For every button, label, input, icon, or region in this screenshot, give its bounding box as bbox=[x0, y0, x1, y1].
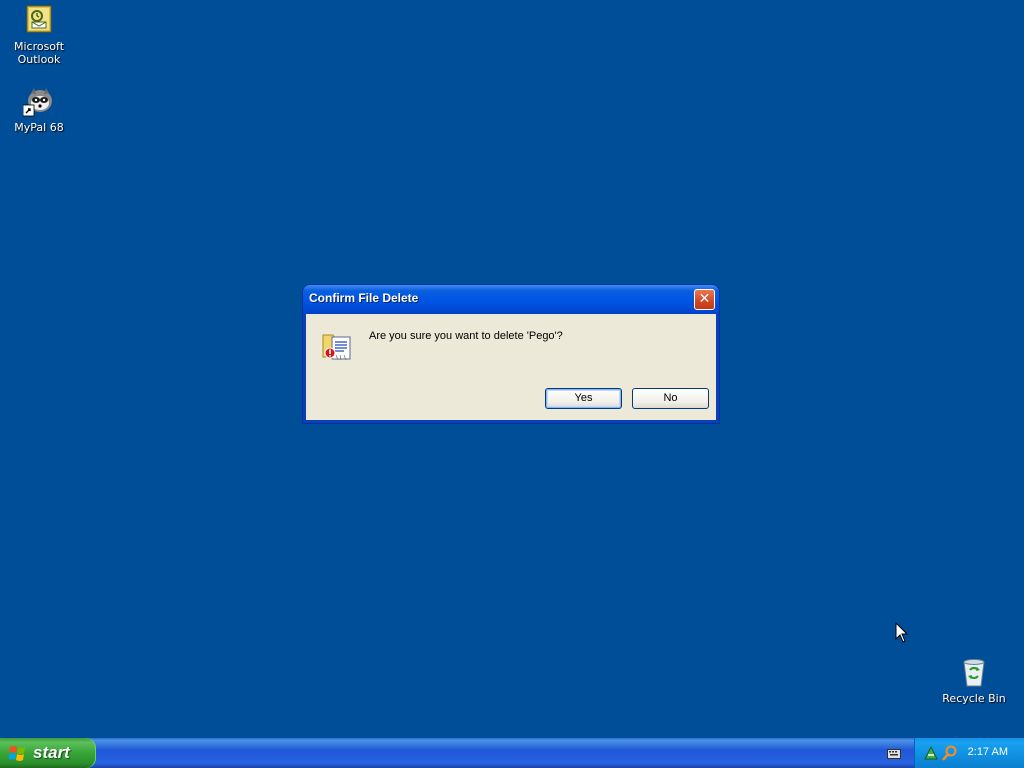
desktop-icon-label: Outlook bbox=[17, 53, 61, 66]
desktop-icon-recycle-bin[interactable]: Recycle Bin bbox=[936, 656, 1012, 705]
network-icon[interactable] bbox=[923, 745, 939, 761]
delete-folder-warning-icon bbox=[320, 327, 356, 363]
search-icon[interactable] bbox=[942, 745, 958, 761]
close-button[interactable]: ✕ bbox=[694, 289, 715, 310]
system-tray: 2:17 AM bbox=[914, 738, 1024, 768]
clock[interactable]: 2:17 AM bbox=[968, 746, 1008, 758]
dialog-body: Are you sure you want to delete 'Pego'? … bbox=[306, 314, 716, 420]
windows-logo-icon bbox=[9, 746, 25, 761]
yes-button[interactable]: Yes bbox=[545, 388, 622, 409]
recycle-bin-icon bbox=[958, 656, 990, 688]
desktop-icon-outlook[interactable]: Microsoft Outlook bbox=[1, 4, 77, 66]
start-label: start bbox=[33, 743, 70, 762]
keyboard-icon[interactable] bbox=[887, 749, 901, 759]
mypal-raccoon-icon bbox=[22, 85, 55, 117]
desktop-icon-label: Recycle Bin bbox=[942, 692, 1006, 705]
start-button[interactable]: start bbox=[0, 738, 96, 768]
confirm-file-delete-dialog: Confirm File Delete ✕ Are you sure you w… bbox=[303, 285, 719, 423]
dialog-title: Confirm File Delete bbox=[309, 291, 419, 305]
desktop-icon-label: Microsoft bbox=[13, 40, 65, 53]
desktop: Microsoft Outlook MyPal 68 Recycle Bin C… bbox=[0, 0, 1024, 738]
outlook-icon bbox=[23, 4, 55, 36]
dialog-titlebar[interactable]: Confirm File Delete ✕ bbox=[303, 285, 719, 314]
dialog-message: Are you sure you want to delete 'Pego'? bbox=[369, 330, 563, 342]
desktop-icon-label: MyPal 68 bbox=[14, 121, 64, 134]
mouse-cursor-icon bbox=[895, 622, 908, 643]
taskbar: start 2:17 AM bbox=[0, 738, 1024, 768]
desktop-icon-mypal[interactable]: MyPal 68 bbox=[1, 85, 77, 134]
no-button[interactable]: No bbox=[632, 388, 709, 409]
